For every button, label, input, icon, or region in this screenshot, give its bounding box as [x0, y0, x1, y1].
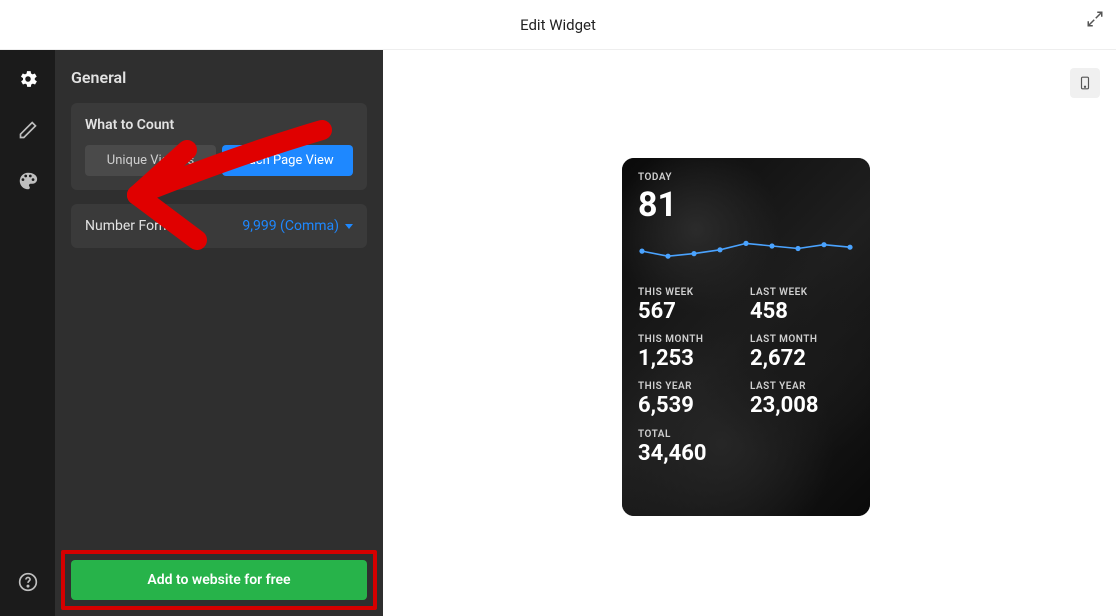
expand-icon: [1086, 10, 1104, 28]
widget-preview: TODAY 81 THIS WEEK 567 LAST WEEK 458 THI…: [622, 158, 870, 516]
help-icon: [18, 572, 38, 592]
stat-label: LAST YEAR: [750, 381, 854, 392]
stat-label: THIS WEEK: [638, 287, 742, 298]
stat-value: 1,253: [638, 347, 742, 371]
gear-icon: [17, 68, 39, 90]
number-format-label: Number Format: [85, 218, 183, 234]
device-mobile-toggle[interactable]: [1070, 68, 1100, 98]
what-to-count-segment: Unique Visitors Each Page View: [85, 145, 353, 176]
tab-edit[interactable]: [18, 120, 38, 144]
stat-last-year: LAST YEAR 23,008: [750, 381, 854, 418]
option-unique-visitors[interactable]: Unique Visitors: [85, 145, 216, 176]
help-button[interactable]: [18, 572, 38, 596]
preview-area: TODAY 81 THIS WEEK 567 LAST WEEK 458 THI…: [383, 50, 1116, 616]
chevron-down-icon: [345, 224, 353, 229]
modal-header: Edit Widget: [0, 0, 1116, 50]
expand-button[interactable]: [1086, 10, 1104, 32]
panel-title: General: [71, 68, 367, 87]
stat-value: 34,460: [638, 442, 854, 466]
stat-label: TOTAL: [638, 429, 854, 440]
stat-this-week: THIS WEEK 567: [638, 287, 742, 324]
stat-last-month: LAST MONTH 2,672: [750, 334, 854, 371]
today-value: 81: [638, 185, 854, 225]
number-format-value: 9,999 (Comma): [242, 218, 339, 234]
tab-general[interactable]: [17, 68, 39, 94]
what-to-count-card: What to Count Unique Visitors Each Page …: [71, 103, 367, 190]
stat-value: 567: [638, 300, 742, 324]
tab-style[interactable]: [17, 170, 39, 196]
cta-highlight: Add to website for free: [61, 550, 377, 610]
number-format-dropdown[interactable]: 9,999 (Comma): [242, 218, 353, 234]
stats-grid: THIS WEEK 567 LAST WEEK 458 THIS MONTH 1…: [638, 287, 854, 419]
stat-this-year: THIS YEAR 6,539: [638, 381, 742, 418]
stat-this-month: THIS MONTH 1,253: [638, 334, 742, 371]
stat-label: LAST MONTH: [750, 334, 854, 345]
settings-panel: General What to Count Unique Visitors Ea…: [55, 50, 383, 616]
stat-label: LAST WEEK: [750, 287, 854, 298]
stat-value: 458: [750, 300, 854, 324]
add-to-website-button[interactable]: Add to website for free: [71, 560, 367, 600]
today-label: TODAY: [638, 172, 854, 183]
stat-last-week: LAST WEEK 458: [750, 287, 854, 324]
option-each-page-view[interactable]: Each Page View: [222, 145, 353, 176]
stat-label: THIS YEAR: [638, 381, 742, 392]
stat-total: TOTAL 34,460: [638, 429, 854, 466]
modal-title: Edit Widget: [520, 16, 596, 34]
left-icon-strip: [0, 50, 55, 616]
stat-value: 6,539: [638, 394, 742, 418]
number-format-row[interactable]: Number Format 9,999 (Comma): [71, 204, 367, 248]
palette-icon: [17, 170, 39, 192]
stat-label: THIS MONTH: [638, 334, 742, 345]
mobile-icon: [1078, 73, 1092, 93]
what-to-count-label: What to Count: [85, 117, 353, 133]
stat-value: 2,672: [750, 347, 854, 371]
pencil-icon: [18, 120, 38, 140]
sparkline-chart: [638, 231, 854, 275]
stat-value: 23,008: [750, 394, 854, 418]
